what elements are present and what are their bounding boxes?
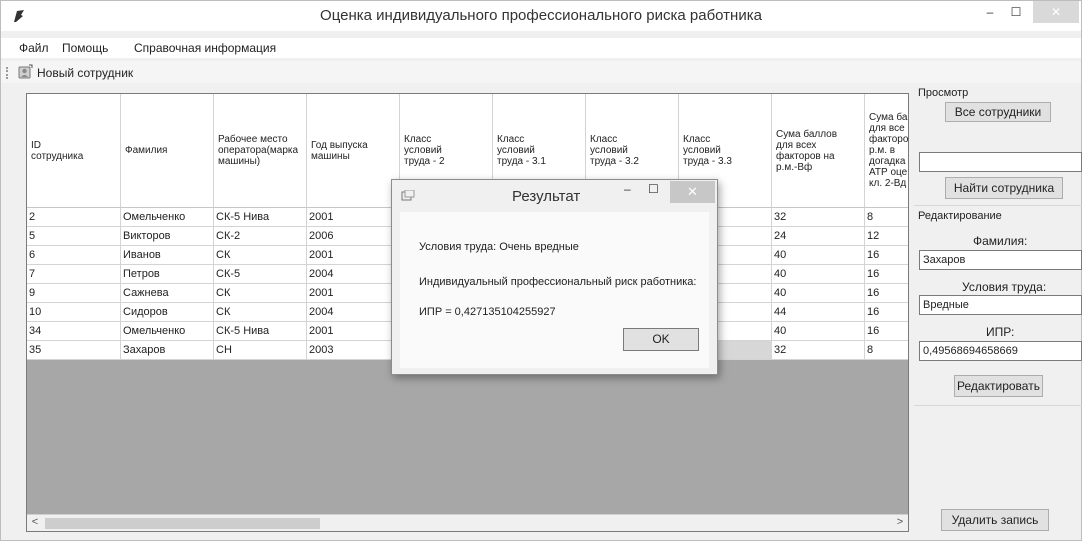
- dialog-maximize-button[interactable]: ☐: [648, 182, 659, 196]
- table-cell[interactable]: 10: [27, 303, 121, 322]
- table-cell[interactable]: 16: [865, 284, 908, 303]
- column-header[interactable]: Год выпуска машины: [307, 94, 400, 208]
- dialog-risk-text: Индивидуальный профессиональный риск раб…: [419, 276, 697, 288]
- menu-reference[interactable]: Справочная информация: [134, 41, 276, 55]
- column-header[interactable]: Рабочее место оператора(марка машины): [214, 94, 307, 208]
- table-cell[interactable]: 40: [772, 246, 865, 265]
- view-group-label: Просмотр: [918, 87, 969, 99]
- table-cell[interactable]: 7: [27, 265, 121, 284]
- column-header[interactable]: ID сотрудника: [27, 94, 121, 208]
- table-cell[interactable]: 16: [865, 246, 908, 265]
- toolbar: Новый сотрудник: [1, 61, 1081, 83]
- menu-bar: Файл Помощь Справочная информация: [1, 38, 1081, 58]
- table-cell[interactable]: СК-5 Нива: [214, 208, 307, 227]
- table-cell[interactable]: 16: [865, 322, 908, 341]
- ipr-field[interactable]: [919, 341, 1082, 361]
- dialog-close-button[interactable]: ✕: [670, 181, 715, 203]
- table-cell[interactable]: 2004: [307, 265, 400, 284]
- edit-button[interactable]: Редактировать: [954, 375, 1043, 397]
- close-button[interactable]: ✕: [1033, 1, 1079, 23]
- all-employees-button[interactable]: Все сотрудники: [945, 102, 1051, 122]
- toolbar-grip: [6, 67, 8, 79]
- window-title: Оценка индивидуального профессионального…: [320, 7, 762, 24]
- conditions-field[interactable]: [919, 295, 1082, 315]
- table-cell[interactable]: 44: [772, 303, 865, 322]
- table-cell[interactable]: 40: [772, 322, 865, 341]
- table-cell[interactable]: 12: [865, 227, 908, 246]
- table-cell[interactable]: Омельченко: [121, 322, 214, 341]
- search-input[interactable]: [919, 152, 1082, 172]
- horizontal-scrollbar[interactable]: < >: [27, 514, 908, 531]
- maximize-button[interactable]: ☐: [1003, 1, 1029, 23]
- dialog-title-bar: Результат – ☐ ✕: [392, 180, 717, 212]
- table-cell[interactable]: 2001: [307, 246, 400, 265]
- table-cell[interactable]: 35: [27, 341, 121, 360]
- column-header[interactable]: Сума баллов для всех факторов на р.м.-Вф: [772, 94, 865, 208]
- title-bar: Оценка индивидуального профессионального…: [1, 1, 1081, 31]
- table-cell[interactable]: СК: [214, 246, 307, 265]
- column-header[interactable]: Фамилия: [121, 94, 214, 208]
- table-cell[interactable]: 16: [865, 265, 908, 284]
- table-cell[interactable]: 9: [27, 284, 121, 303]
- table-cell[interactable]: 40: [772, 284, 865, 303]
- table-cell[interactable]: 24: [772, 227, 865, 246]
- table-cell[interactable]: 32: [772, 341, 865, 360]
- surname-field[interactable]: [919, 250, 1082, 270]
- table-cell[interactable]: СК-5: [214, 265, 307, 284]
- table-cell[interactable]: 5: [27, 227, 121, 246]
- table-cell[interactable]: 2004: [307, 303, 400, 322]
- delete-record-button[interactable]: Удалить запись: [941, 509, 1049, 531]
- new-employee-button[interactable]: Новый сотрудник: [37, 66, 133, 80]
- conditions-label: Условия труда:: [962, 280, 1047, 294]
- table-cell[interactable]: 2006: [307, 227, 400, 246]
- table-cell[interactable]: Петров: [121, 265, 214, 284]
- find-employee-button[interactable]: Найти сотрудника: [945, 177, 1063, 199]
- table-cell[interactable]: СК-2: [214, 227, 307, 246]
- table-cell[interactable]: Омельченко: [121, 208, 214, 227]
- minimize-button[interactable]: –: [977, 1, 1003, 23]
- scroll-left-icon[interactable]: <: [27, 516, 43, 528]
- table-cell[interactable]: 6: [27, 246, 121, 265]
- table-cell[interactable]: СК-5 Нива: [214, 322, 307, 341]
- surname-label: Фамилия:: [973, 234, 1028, 248]
- dialog-ipr-text: ИПР = 0,427135104255927: [419, 306, 556, 318]
- table-cell[interactable]: 16: [865, 303, 908, 322]
- column-header[interactable]: Сума ба для все факторо р.м. в догадка А…: [865, 94, 908, 208]
- menu-help[interactable]: Помощь: [62, 41, 108, 55]
- menu-file[interactable]: Файл: [19, 41, 49, 55]
- table-cell[interactable]: Сидоров: [121, 303, 214, 322]
- new-employee-icon: [18, 64, 33, 79]
- table-cell[interactable]: 2001: [307, 208, 400, 227]
- table-cell[interactable]: СК: [214, 303, 307, 322]
- scroll-right-icon[interactable]: >: [892, 516, 908, 528]
- table-cell[interactable]: 2001: [307, 284, 400, 303]
- table-cell[interactable]: 8: [865, 341, 908, 360]
- table-cell[interactable]: 2001: [307, 322, 400, 341]
- table-cell[interactable]: Викторов: [121, 227, 214, 246]
- table-cell[interactable]: 2003: [307, 341, 400, 360]
- divider: [914, 405, 1082, 406]
- main-window: Оценка индивидуального профессионального…: [0, 0, 1082, 541]
- edit-group-label: Редактирование: [918, 210, 1002, 222]
- ok-button[interactable]: OK: [623, 328, 699, 351]
- table-cell[interactable]: Иванов: [121, 246, 214, 265]
- divider: [914, 205, 1082, 206]
- dialog-title: Результат: [512, 188, 581, 205]
- dialog-window-icon: [401, 190, 415, 201]
- ipr-label: ИПР:: [986, 325, 1015, 339]
- scrollbar-thumb[interactable]: [45, 518, 320, 529]
- result-dialog: Результат – ☐ ✕ Условия труда: Очень вре…: [391, 179, 718, 375]
- dialog-conditions-text: Условия труда: Очень вредные: [419, 241, 579, 253]
- table-cell[interactable]: 40: [772, 265, 865, 284]
- table-cell[interactable]: СК: [214, 284, 307, 303]
- table-cell[interactable]: 8: [865, 208, 908, 227]
- table-cell[interactable]: Захаров: [121, 341, 214, 360]
- dialog-minimize-button[interactable]: –: [624, 182, 631, 196]
- table-cell[interactable]: 2: [27, 208, 121, 227]
- table-cell[interactable]: СН: [214, 341, 307, 360]
- table-cell[interactable]: 34: [27, 322, 121, 341]
- table-cell[interactable]: 32: [772, 208, 865, 227]
- table-cell[interactable]: Сажнева: [121, 284, 214, 303]
